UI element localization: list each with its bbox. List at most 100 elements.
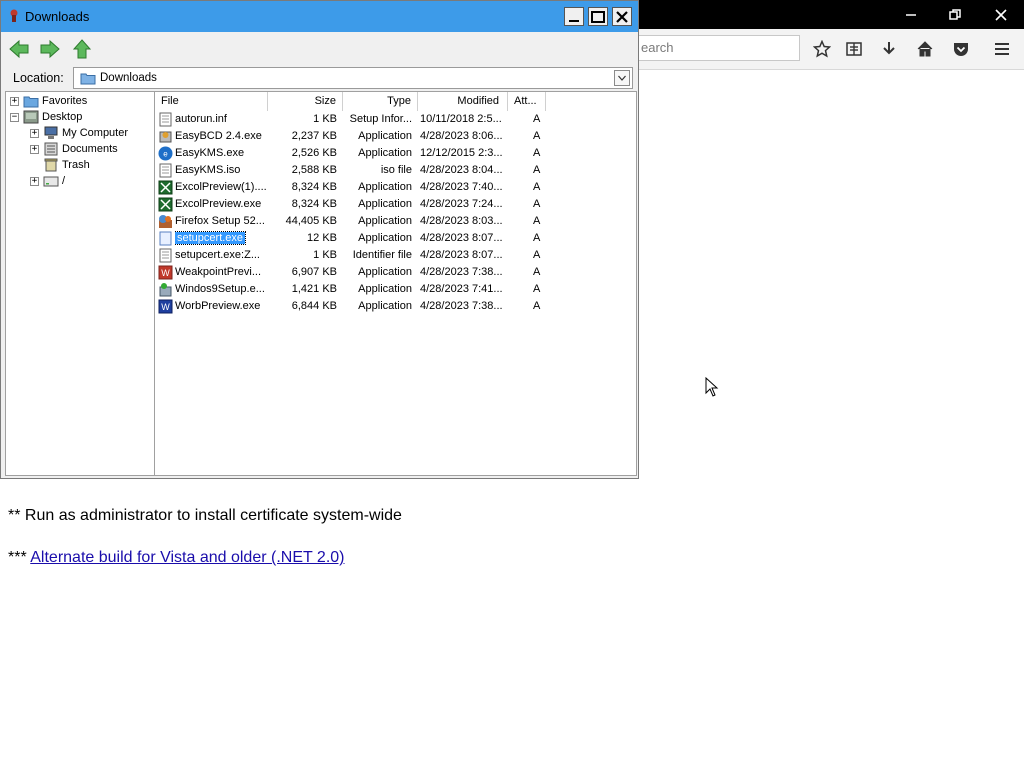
file-name: Firefox Setup 52... bbox=[175, 213, 267, 230]
download-arrow-icon bbox=[883, 42, 895, 55]
forward-arrow-icon[interactable] bbox=[39, 38, 61, 60]
spreadsheet-app-icon bbox=[158, 197, 173, 212]
file-type-text: Application bbox=[358, 300, 412, 312]
trash-icon bbox=[44, 158, 58, 172]
file-row[interactable]: Firefox Setup 52... 44,405 KB Application 4… bbox=[155, 213, 635, 230]
tree-item-my-computer[interactable]: + My Computer bbox=[30, 125, 128, 141]
minimize-button[interactable] bbox=[564, 7, 584, 26]
file-row[interactable]: autorun.inf 1 KB Setup Infor... 10/11/2018 … bbox=[155, 111, 635, 128]
file-modified-text: 4/28/2023 7:38... bbox=[420, 300, 503, 312]
bookmark-star-button[interactable] bbox=[810, 37, 834, 61]
window-titlebar[interactable]: Downloads bbox=[1, 1, 638, 32]
expand-icon[interactable]: + bbox=[30, 128, 39, 138]
file-name: Windos9Setup.e... bbox=[175, 281, 267, 298]
file-type: iso file bbox=[340, 162, 412, 179]
file-modified-text: 4/28/2023 8:07... bbox=[420, 232, 503, 244]
file-attributes: A bbox=[533, 111, 545, 128]
file-attributes-text: A bbox=[533, 283, 541, 295]
location-dropdown-button[interactable] bbox=[614, 70, 630, 86]
home-icon bbox=[917, 41, 933, 57]
tree-item-trash[interactable]: Trash bbox=[43, 157, 90, 173]
file-modified: 4/28/2023 8:04... bbox=[420, 162, 508, 179]
file-row[interactable]: setupcert.exe 12 KB Application 4/28/2023 8… bbox=[155, 230, 635, 247]
file-type: Application bbox=[340, 230, 412, 247]
file-modified: 10/11/2018 2:5... bbox=[420, 111, 508, 128]
file-type: Application bbox=[340, 179, 412, 196]
text-file-icon bbox=[159, 248, 172, 263]
file-row[interactable]: ExcolPreview.exe 8,324 KB Application 4/28/… bbox=[155, 196, 635, 213]
browser-search-field[interactable]: earch bbox=[630, 35, 800, 61]
expand-icon[interactable]: + bbox=[30, 176, 39, 186]
file-row[interactable]: W WeakpointPrevi... 6,907 KB Application 4/2… bbox=[155, 264, 635, 281]
file-type: Application bbox=[340, 128, 412, 145]
file-size-text: 44,405 KB bbox=[285, 215, 337, 227]
file-row[interactable]: EasyBCD 2.4.exe 2,237 KB Application 4/28/2… bbox=[155, 128, 635, 145]
word-app-icon: W bbox=[158, 299, 173, 314]
file-attributes-text: A bbox=[533, 164, 541, 176]
file-row[interactable]: Windos9Setup.e... 1,421 KB Application 4/28… bbox=[155, 281, 635, 298]
column-header-modified[interactable]: Modified bbox=[418, 92, 508, 111]
file-attributes: A bbox=[533, 230, 545, 247]
location-combobox[interactable]: Downloads bbox=[73, 67, 633, 89]
file-type-text: Application bbox=[358, 147, 412, 159]
file-modified: 4/28/2023 7:41... bbox=[420, 281, 508, 298]
back-arrow-icon[interactable] bbox=[8, 38, 30, 60]
file-attributes-text: A bbox=[533, 130, 541, 142]
up-arrow-icon[interactable] bbox=[71, 38, 93, 60]
file-name-text: Firefox Setup 52... bbox=[175, 215, 265, 227]
menu-button[interactable] bbox=[990, 37, 1014, 61]
restore-icon bbox=[949, 8, 961, 20]
collapse-icon[interactable]: − bbox=[10, 112, 19, 122]
close-button[interactable] bbox=[612, 7, 632, 26]
alternate-build-link[interactable]: Alternate build for Vista and older (.NE… bbox=[30, 549, 344, 566]
file-attributes: A bbox=[533, 264, 545, 281]
file-row[interactable]: e EasyKMS.exe 2,526 KB Application 12/12/201… bbox=[155, 145, 635, 162]
file-size-text: 1 KB bbox=[313, 249, 337, 261]
column-header-file[interactable]: File bbox=[155, 92, 268, 111]
setup-icon bbox=[159, 283, 172, 297]
column-header-attributes[interactable]: Att... bbox=[508, 92, 546, 111]
file-attributes: A bbox=[533, 179, 545, 196]
file-size: 2,526 KB bbox=[267, 145, 337, 162]
file-modified: 4/28/2023 7:24... bbox=[420, 196, 508, 213]
file-row[interactable]: ExcolPreview(1).... 8,324 KB Application 4/… bbox=[155, 179, 635, 196]
file-name-text: autorun.inf bbox=[175, 113, 227, 125]
file-attributes-text: A bbox=[533, 198, 541, 210]
expand-icon[interactable]: + bbox=[10, 96, 19, 106]
file-name: EasyBCD 2.4.exe bbox=[175, 128, 267, 145]
tree-label: / bbox=[62, 175, 66, 187]
browser-restore-button[interactable] bbox=[932, 0, 978, 29]
file-row[interactable]: EasyKMS.iso 2,588 KB iso file 4/28/2023 8:0… bbox=[155, 162, 635, 179]
browser-close-button[interactable] bbox=[978, 0, 1024, 29]
file-name-text: setupcert.exe:Z... bbox=[175, 249, 260, 261]
file-list: File Size Type Modified Att... autorun.i… bbox=[155, 91, 637, 476]
file-attributes: A bbox=[533, 145, 545, 162]
file-type-text: Setup Infor... bbox=[349, 113, 412, 125]
file-name-text: EasyBCD 2.4.exe bbox=[175, 130, 262, 142]
tree-item-root[interactable]: + / bbox=[30, 173, 65, 189]
file-modified-text: 4/28/2023 7:40... bbox=[420, 181, 503, 193]
tree-item-favorites[interactable]: + Favorites bbox=[10, 93, 87, 109]
home-button[interactable] bbox=[913, 37, 937, 61]
tree-item-documents[interactable]: + Documents bbox=[30, 141, 118, 157]
file-modified-text: 4/28/2023 7:41... bbox=[420, 283, 503, 295]
pocket-button[interactable] bbox=[949, 37, 973, 61]
expand-icon[interactable]: + bbox=[30, 144, 39, 154]
page-text-alt-build: *** Alternate build for Vista and older … bbox=[8, 549, 345, 567]
reading-list-button[interactable] bbox=[842, 37, 866, 61]
file-row[interactable]: W WorbPreview.exe 6,844 KB Application 4/28/… bbox=[155, 298, 635, 315]
desktop-icon bbox=[23, 110, 39, 124]
file-name-text: Windos9Setup.e... bbox=[175, 283, 265, 295]
file-type: Application bbox=[340, 298, 412, 315]
maximize-button[interactable] bbox=[588, 7, 608, 26]
file-row[interactable]: setupcert.exe:Z... 1 KB Identifier file 4/2… bbox=[155, 247, 635, 264]
tree-item-desktop[interactable]: − Desktop bbox=[10, 109, 82, 125]
file-type-text: Application bbox=[358, 130, 412, 142]
downloads-button[interactable] bbox=[877, 37, 901, 61]
file-type: Application bbox=[340, 281, 412, 298]
browser-minimize-button[interactable] bbox=[888, 0, 934, 29]
column-header-type[interactable]: Type bbox=[343, 92, 418, 111]
file-modified: 4/28/2023 8:07... bbox=[420, 230, 508, 247]
tree-label: Favorites bbox=[42, 95, 88, 107]
column-header-size[interactable]: Size bbox=[268, 92, 343, 111]
